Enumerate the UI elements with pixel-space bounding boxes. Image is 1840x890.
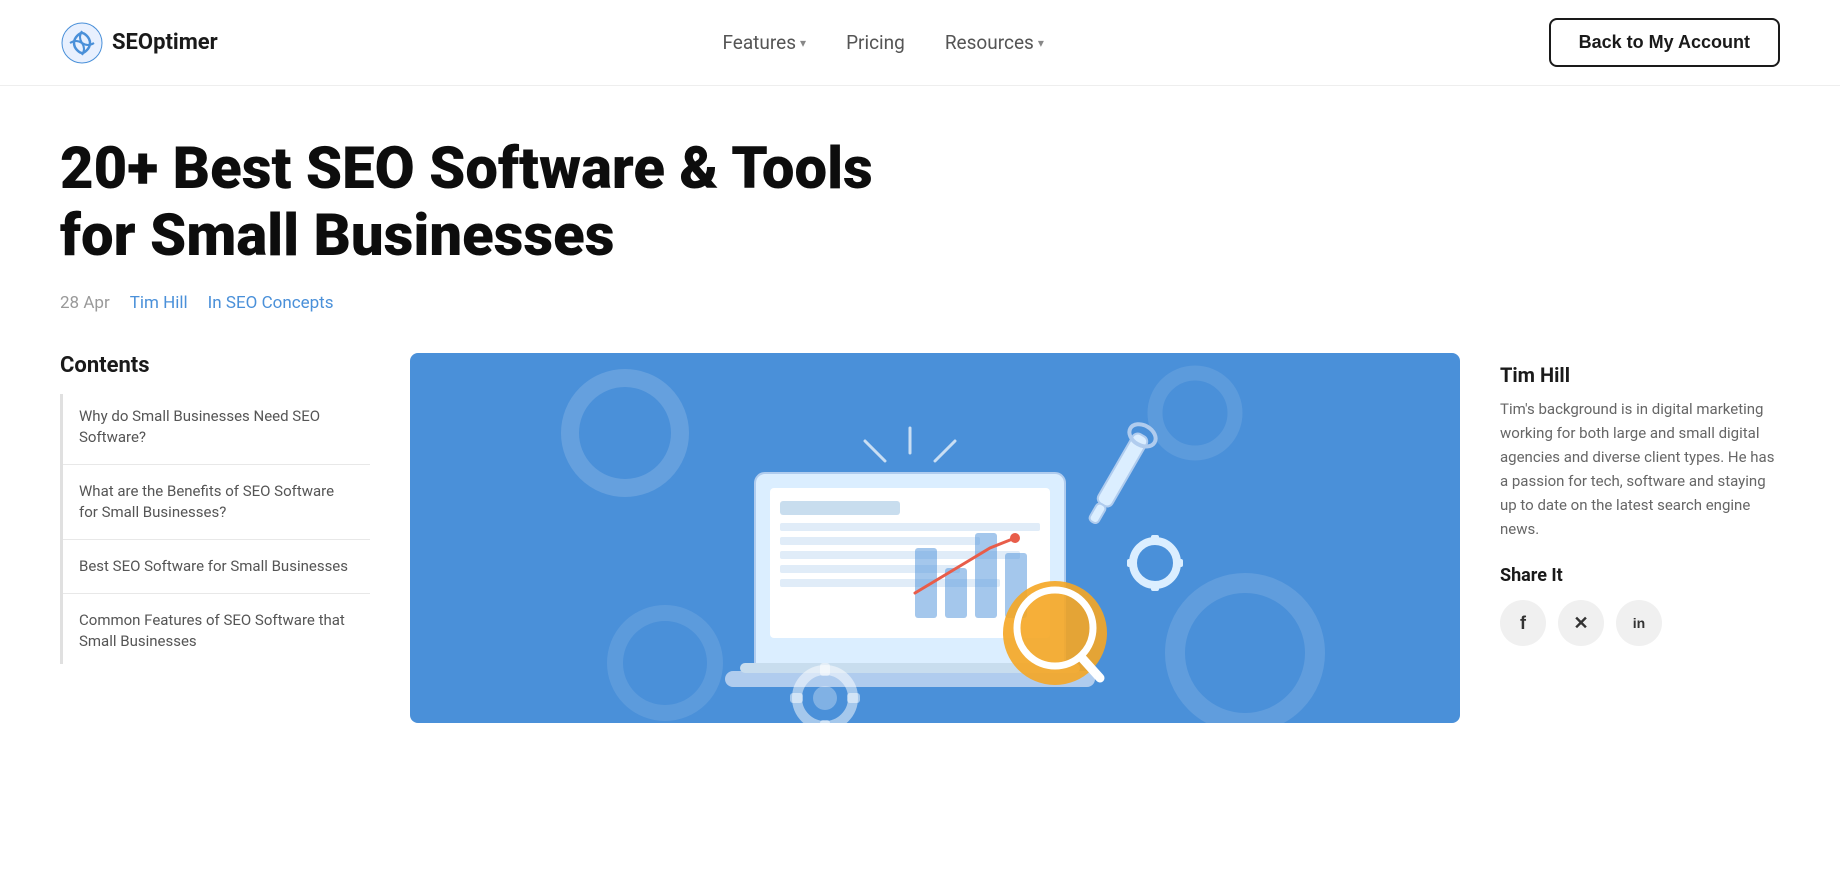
- article-author[interactable]: Tim Hill: [130, 293, 188, 313]
- main-nav: Features ▾ Pricing Resources ▾: [722, 31, 1043, 54]
- resources-chevron-icon: ▾: [1038, 36, 1044, 50]
- logo-icon: [60, 21, 104, 65]
- author-name: Tim Hill: [1500, 363, 1780, 387]
- share-twitter-button[interactable]: ✕: [1558, 600, 1604, 646]
- share-linkedin-button[interactable]: in: [1616, 600, 1662, 646]
- article-meta: 28 Apr Tim Hill In SEO Concepts: [60, 293, 1780, 313]
- article-category[interactable]: In SEO Concepts: [208, 293, 334, 313]
- toc-divider-2: [63, 539, 370, 540]
- toc-item-3[interactable]: Best SEO Software for Small Businesses: [60, 544, 370, 589]
- nav-features[interactable]: Features ▾: [722, 31, 806, 54]
- hero-image: [410, 353, 1460, 723]
- hero-illustration: [410, 353, 1460, 723]
- share-title: Share It: [1500, 565, 1780, 586]
- logo[interactable]: SEOptimer: [60, 21, 218, 65]
- toc-item-4[interactable]: Common Features of SEO Software that Sma…: [60, 598, 370, 664]
- toc-item-1[interactable]: Why do Small Businesses Need SEO Softwar…: [60, 394, 370, 460]
- toc-title: Contents: [60, 353, 370, 378]
- logo-text: SEOptimer: [112, 30, 218, 55]
- toc-item-2[interactable]: What are the Benefits of SEO Software fo…: [60, 469, 370, 535]
- facebook-icon: f: [1520, 613, 1526, 634]
- share-buttons: f ✕ in: [1500, 600, 1780, 646]
- article-title: 20+ Best SEO Software & Tools for Small …: [60, 136, 960, 269]
- article-date: 28 Apr: [60, 293, 110, 313]
- author-sidebar: Tim Hill Tim's background is in digital …: [1500, 353, 1780, 646]
- toc-sidebar: Contents Why do Small Businesses Need SE…: [60, 353, 370, 664]
- nav-resources[interactable]: Resources ▾: [945, 31, 1044, 54]
- back-to-account-button[interactable]: Back to My Account: [1549, 18, 1780, 67]
- share-facebook-button[interactable]: f: [1500, 600, 1546, 646]
- content-layout: Contents Why do Small Businesses Need SE…: [60, 353, 1780, 723]
- toc-list: Why do Small Businesses Need SEO Softwar…: [60, 394, 370, 664]
- twitter-x-icon: ✕: [1573, 613, 1588, 634]
- main-content: 20+ Best SEO Software & Tools for Small …: [0, 86, 1840, 723]
- nav-pricing[interactable]: Pricing: [846, 31, 905, 54]
- toc-divider-3: [63, 593, 370, 594]
- linkedin-icon: in: [1633, 615, 1645, 631]
- author-bio: Tim's background is in digital marketing…: [1500, 397, 1780, 541]
- toc-divider-1: [63, 464, 370, 465]
- features-chevron-icon: ▾: [800, 36, 806, 50]
- header: SEOptimer Features ▾ Pricing Resources ▾…: [0, 0, 1840, 86]
